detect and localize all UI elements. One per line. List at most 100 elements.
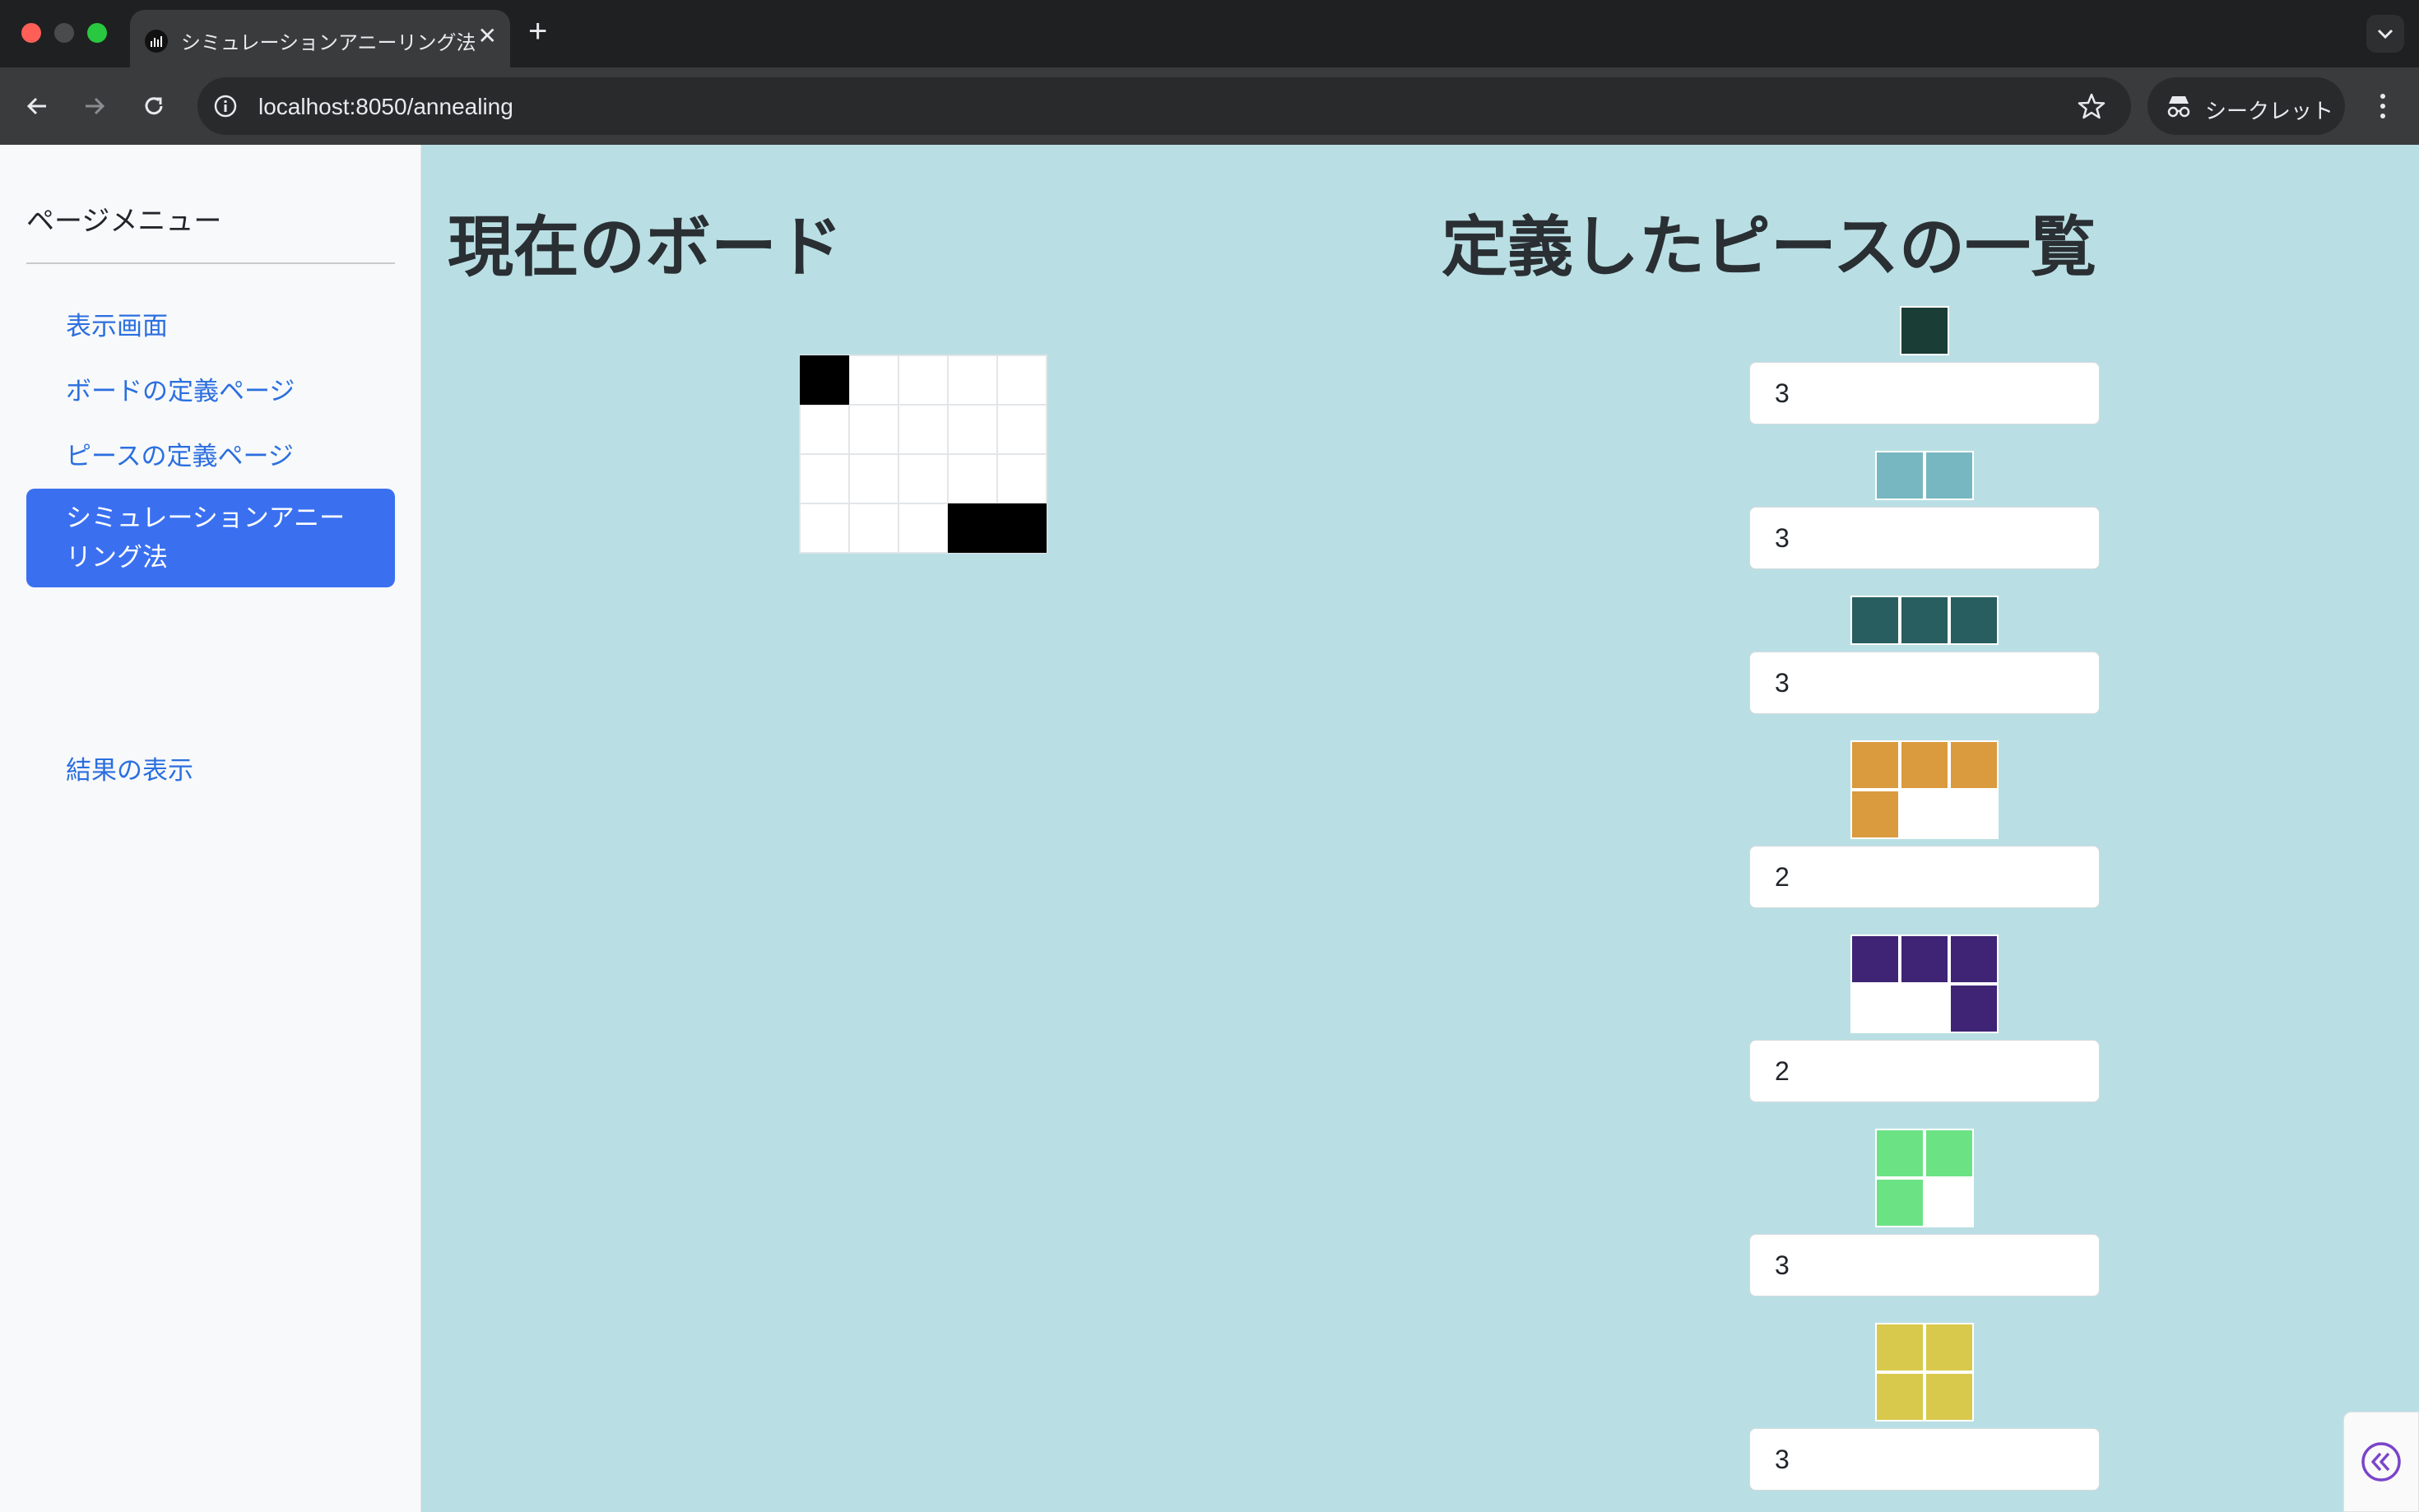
board-cell [800,454,849,503]
board-cell [849,454,898,503]
piece-cell [1850,984,1900,1033]
board-cell [800,405,849,454]
close-icon[interactable]: ✕ [478,25,497,48]
sidebar-item-display[interactable]: 表示画面 [26,307,395,346]
piece-cell [1949,740,1999,790]
piece-quantity-input[interactable] [1749,652,2100,714]
more-vert-icon[interactable] [2370,86,2396,127]
piece-item [1749,1129,2100,1323]
piece-cell [1925,1323,1974,1372]
piece-cell [1850,935,1900,984]
piece-cell [1925,451,1974,500]
piece-quantity-input[interactable] [1749,1234,2100,1296]
sidebar-divider [26,262,395,264]
board-cell [948,503,997,553]
forward-arrow-icon[interactable] [74,86,115,127]
piece-cell [1875,1372,1925,1422]
piece-cell [1925,1372,1974,1422]
reload-icon[interactable] [133,86,174,127]
pieces-heading: 定義したピースの一覧 [1442,211,2096,284]
piece-cell [1850,790,1900,839]
piece-cell [1875,1178,1925,1227]
piece-cell [1900,306,1949,355]
piece-shape [1875,1129,1974,1227]
sidebar-item-board-definition[interactable]: ボードの定義ページ [26,372,395,411]
sidebar-item-piece-definition[interactable]: ピースの定義ページ [26,437,395,476]
piece-quantity-input[interactable] [1749,1040,2100,1102]
piece-cell [1850,740,1900,790]
board-cell [800,355,849,405]
collapse-double-chevron-icon[interactable] [2343,1412,2419,1512]
piece-quantity-input[interactable] [1749,507,2100,569]
piece-item [1749,935,2100,1129]
piece-cell [1900,740,1949,790]
browser-tab-bar: シミュレーションアニーリング法 ✕ + [0,0,2419,67]
board-cell [997,405,1047,454]
piece-cell [1925,1178,1974,1227]
plus-icon[interactable]: + [528,15,547,48]
piece-cell [1949,790,1999,839]
board-cell [849,503,898,553]
star-icon[interactable] [2077,91,2106,121]
sidebar-item-results[interactable]: 結果の表示 [26,751,395,791]
chevron-down-icon[interactable] [2366,15,2404,53]
piece-cell [1900,984,1949,1033]
piece-quantity-input[interactable] [1749,846,2100,908]
chart-favicon-icon [145,30,168,53]
piece-shape [1900,306,1949,355]
browser-tab[interactable]: シミュレーションアニーリング法 ✕ [130,10,510,67]
piece-cell [1925,1129,1974,1178]
piece-cell [1949,935,1999,984]
address-bar[interactable]: localhost:8050/annealing [197,77,2131,135]
piece-cell [1875,1323,1925,1372]
piece-cell [1875,1129,1925,1178]
piece-shape [1875,1323,1974,1422]
piece-cell [1900,790,1949,839]
piece-quantity-input[interactable] [1749,1428,2100,1491]
piece-shape [1850,935,1999,1033]
piece-cell [1900,596,1949,645]
board-cell [898,503,948,553]
window-minimize-button[interactable] [54,23,74,43]
board-heading: 現在のボード [448,211,843,284]
piece-shape [1850,740,1999,839]
incognito-button[interactable]: シークレット [2147,77,2345,135]
piece-item [1749,596,2100,740]
board-cell [997,355,1047,405]
board-cell [997,503,1047,553]
board-cell [898,355,948,405]
board-cell [948,355,997,405]
board-cell [948,405,997,454]
board-cell [849,355,898,405]
piece-cell [1949,596,1999,645]
back-arrow-icon[interactable] [16,86,58,127]
board-cell [898,454,948,503]
browser-toolbar: localhost:8050/annealing シークレット [0,67,2419,145]
board-grid [799,355,1047,554]
piece-cell [1949,984,1999,1033]
board-cell [997,454,1047,503]
piece-item [1749,1323,2100,1512]
piece-cell [1875,451,1925,500]
piece-item [1749,451,2100,596]
tab-title: シミュレーションアニーリング法 [181,32,476,54]
board-cell [948,454,997,503]
piece-cell [1900,935,1949,984]
site-info-icon[interactable] [212,93,239,119]
window-close-button[interactable] [21,23,41,43]
incognito-icon [2166,94,2192,118]
piece-item [1749,740,2100,935]
url-text[interactable]: localhost:8050/annealing [258,94,513,120]
sidebar-title: ページメニュー [26,206,222,237]
piece-shape [1850,596,1999,645]
incognito-label: シークレット [2205,99,2334,123]
sidebar-item-annealing[interactable]: シミュレーションアニーリング法 [26,489,395,587]
piece-item [1749,306,2100,451]
piece-quantity-input[interactable] [1749,362,2100,424]
board-cell [898,405,948,454]
board-cell [849,405,898,454]
window-maximize-button[interactable] [87,23,107,43]
piece-shape [1875,451,1974,500]
piece-list [1749,306,2100,1512]
sidebar: ページメニュー 表示画面 ボードの定義ページ ピースの定義ページ シミュレーショ… [0,145,421,1512]
